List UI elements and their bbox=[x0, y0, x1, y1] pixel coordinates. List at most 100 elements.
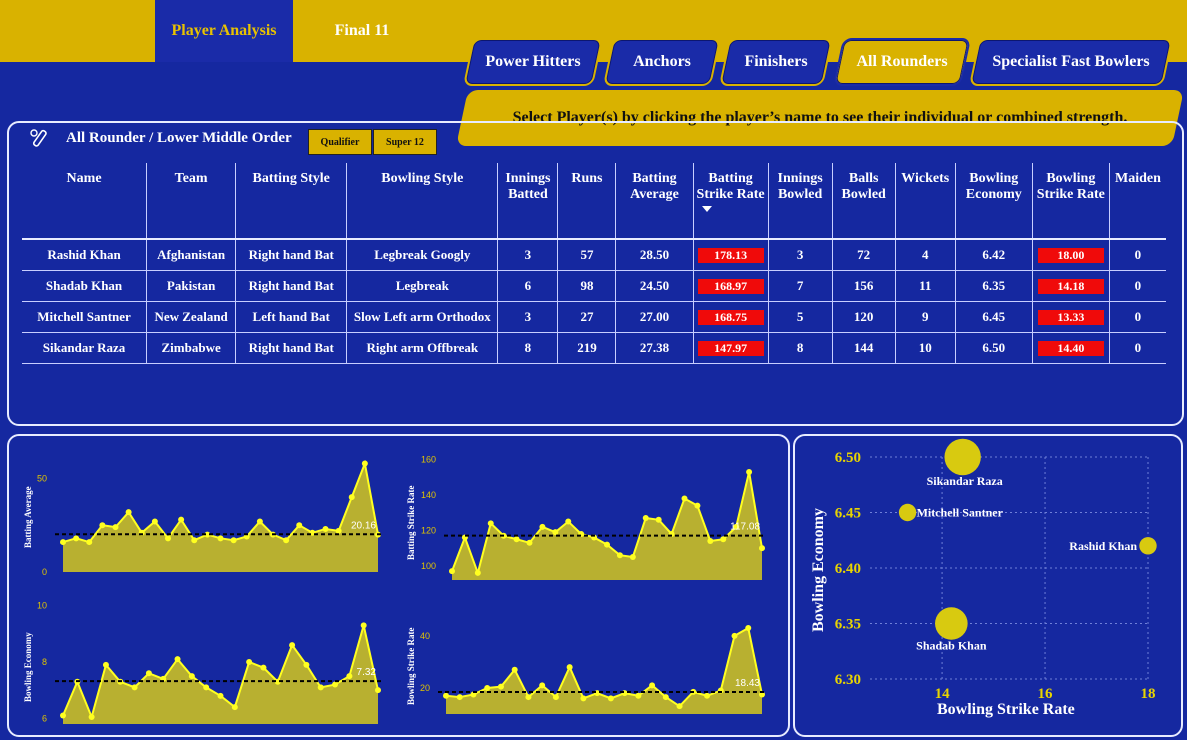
table-cell: 0 bbox=[1109, 332, 1166, 364]
table-cell: 156 bbox=[832, 270, 896, 302]
column-header-bowling-economy[interactable]: Bowling Economy bbox=[955, 163, 1033, 240]
table-cell: 28.50 bbox=[615, 239, 694, 271]
table-header-row: Name Team Batting Style Bowling Style In… bbox=[22, 163, 1166, 240]
table-cell: Legbreak Googly bbox=[346, 239, 499, 271]
sort-descending-icon[interactable] bbox=[701, 206, 712, 212]
filter-super-12-button[interactable]: Super 12 bbox=[373, 129, 437, 155]
column-header-bowling-style[interactable]: Bowling Style bbox=[346, 163, 499, 240]
column-header-innings-batted[interactable]: Innings Batted bbox=[497, 163, 559, 240]
category-tab-specialist-fast-bowlers[interactable]: Specialist Fast Bowlers bbox=[968, 38, 1174, 86]
category-tab-finishers[interactable]: Finishers bbox=[718, 38, 834, 86]
table-cell: Legbreak bbox=[346, 270, 499, 302]
highlighted-value: 14.18 bbox=[1037, 279, 1104, 294]
table-cell: 0 bbox=[1109, 270, 1166, 302]
table-cell: 120 bbox=[832, 301, 896, 333]
column-header-batting-strike-rate[interactable]: Batting Strike Rate bbox=[693, 163, 769, 240]
table-cell: New Zealand bbox=[146, 301, 237, 333]
scatter-y-axis-label: Bowling Economy bbox=[810, 507, 827, 632]
table-cell: 7 bbox=[768, 270, 833, 302]
scatter-panel bbox=[793, 434, 1183, 737]
table-cell: 6.45 bbox=[955, 301, 1033, 333]
table-cell: 10 bbox=[895, 332, 956, 364]
table-cell: Pakistan bbox=[146, 270, 237, 302]
column-header-maiden[interactable]: Maiden bbox=[1109, 163, 1166, 240]
table-cell: 6 bbox=[497, 270, 559, 302]
table-row[interactable]: Shadab Khan Pakistan Right hand Bat Legbrea… bbox=[22, 270, 1166, 302]
table-row[interactable]: Rashid Khan Afghanistan Right hand Bat Legb… bbox=[22, 239, 1166, 271]
table-cell: 13.33 bbox=[1032, 301, 1110, 333]
table-cell: Right arm Offbreak bbox=[346, 332, 499, 364]
table-cell: 11 bbox=[895, 270, 956, 302]
table-cell: Right hand Bat bbox=[235, 332, 348, 364]
column-header-label: Batting Strike Rate bbox=[696, 171, 765, 202]
player-name-cell[interactable]: Rashid Khan bbox=[22, 239, 148, 271]
table-cell: 178.13 bbox=[693, 239, 769, 271]
tab-final-11[interactable]: Final 11 bbox=[300, 0, 424, 62]
cricket-bat-icon bbox=[30, 129, 47, 147]
table-cell: 8 bbox=[497, 332, 559, 364]
trend-charts-panel bbox=[7, 434, 790, 737]
column-header-bowling-strike-rate[interactable]: Bowling Strike Rate bbox=[1032, 163, 1110, 240]
table-cell: 27.00 bbox=[615, 301, 694, 333]
table-cell: 3 bbox=[497, 301, 559, 333]
table-cell: 144 bbox=[832, 332, 896, 364]
category-tab-anchors[interactable]: Anchors bbox=[602, 38, 722, 86]
table-cell: 6.35 bbox=[955, 270, 1033, 302]
table-cell: 168.75 bbox=[693, 301, 769, 333]
category-tab-power-hitters[interactable]: Power Hitters bbox=[462, 38, 604, 86]
table-cell: 24.50 bbox=[615, 270, 694, 302]
table-cell: Afghanistan bbox=[146, 239, 237, 271]
y-axis-label: Bowling Economy bbox=[23, 632, 33, 702]
player-name-cell[interactable]: Mitchell Santner bbox=[22, 301, 148, 333]
category-tab-label: Anchors bbox=[633, 53, 691, 70]
category-tab-all-rounders[interactable]: All Rounders bbox=[832, 38, 972, 86]
column-header-balls-bowled[interactable]: Balls Bowled bbox=[832, 163, 896, 240]
table-cell: 14.18 bbox=[1032, 270, 1110, 302]
table-row[interactable]: Sikandar Raza Zimbabwe Right hand Bat Right… bbox=[22, 332, 1166, 364]
table-cell: 72 bbox=[832, 239, 896, 271]
highlighted-value: 178.13 bbox=[697, 248, 764, 263]
table-cell: 3 bbox=[497, 239, 559, 271]
filter-qualifier-button[interactable]: Qualifier bbox=[308, 129, 372, 155]
highlighted-value: 13.33 bbox=[1037, 310, 1104, 325]
table-cell: 27 bbox=[557, 301, 617, 333]
table-cell: 3 bbox=[768, 239, 833, 271]
table-cell: 57 bbox=[557, 239, 617, 271]
category-tab-label: Specialist Fast Bowlers bbox=[992, 53, 1150, 70]
scatter-x-axis-label: Bowling Strike Rate bbox=[937, 701, 1075, 718]
column-header-batting-style[interactable]: Batting Style bbox=[235, 163, 348, 240]
column-header-wickets[interactable]: Wickets bbox=[895, 163, 956, 240]
column-header-name[interactable]: Name bbox=[22, 163, 148, 240]
table-cell: 147.97 bbox=[693, 332, 769, 364]
player-name-cell[interactable]: Sikandar Raza bbox=[22, 332, 148, 364]
column-header-innings-bowled[interactable]: Innings Bowled bbox=[768, 163, 833, 240]
highlighted-value: 14.40 bbox=[1037, 341, 1104, 356]
table-cell: 8 bbox=[768, 332, 833, 364]
table-cell: Zimbabwe bbox=[146, 332, 237, 364]
highlighted-value: 18.00 bbox=[1037, 248, 1104, 263]
table-cell: Right hand Bat bbox=[235, 270, 348, 302]
tab-player-analysis[interactable]: Player Analysis bbox=[155, 0, 293, 62]
column-header-batting-average[interactable]: Batting Average bbox=[615, 163, 694, 240]
table-cell: 168.97 bbox=[693, 270, 769, 302]
category-tab-label: All Rounders bbox=[856, 53, 948, 70]
highlighted-value: 168.97 bbox=[697, 279, 764, 294]
table-cell: 6.42 bbox=[955, 239, 1033, 271]
player-stats-table: Name Team Batting Style Bowling Style In… bbox=[22, 163, 1166, 364]
table-cell: 219 bbox=[557, 332, 617, 364]
column-header-team[interactable]: Team bbox=[146, 163, 237, 240]
table-cell: 98 bbox=[557, 270, 617, 302]
table-cell: 14.40 bbox=[1032, 332, 1110, 364]
table-cell: 0 bbox=[1109, 301, 1166, 333]
table-cell: 27.38 bbox=[615, 332, 694, 364]
table-row[interactable]: Mitchell Santner New Zealand Left hand Bat… bbox=[22, 301, 1166, 333]
table-cell: Right hand Bat bbox=[235, 239, 348, 271]
table-cell: Slow Left arm Orthodox bbox=[346, 301, 499, 333]
table-cell: Left hand Bat bbox=[235, 301, 348, 333]
category-tab-label: Finishers bbox=[744, 53, 808, 70]
table-section-title: All Rounder / Lower Middle Order bbox=[66, 130, 292, 146]
column-header-runs[interactable]: Runs bbox=[557, 163, 617, 240]
table-cell: 0 bbox=[1109, 239, 1166, 271]
y-axis-label: Batting Strike Rate bbox=[406, 485, 416, 561]
player-name-cell[interactable]: Shadab Khan bbox=[22, 270, 148, 302]
